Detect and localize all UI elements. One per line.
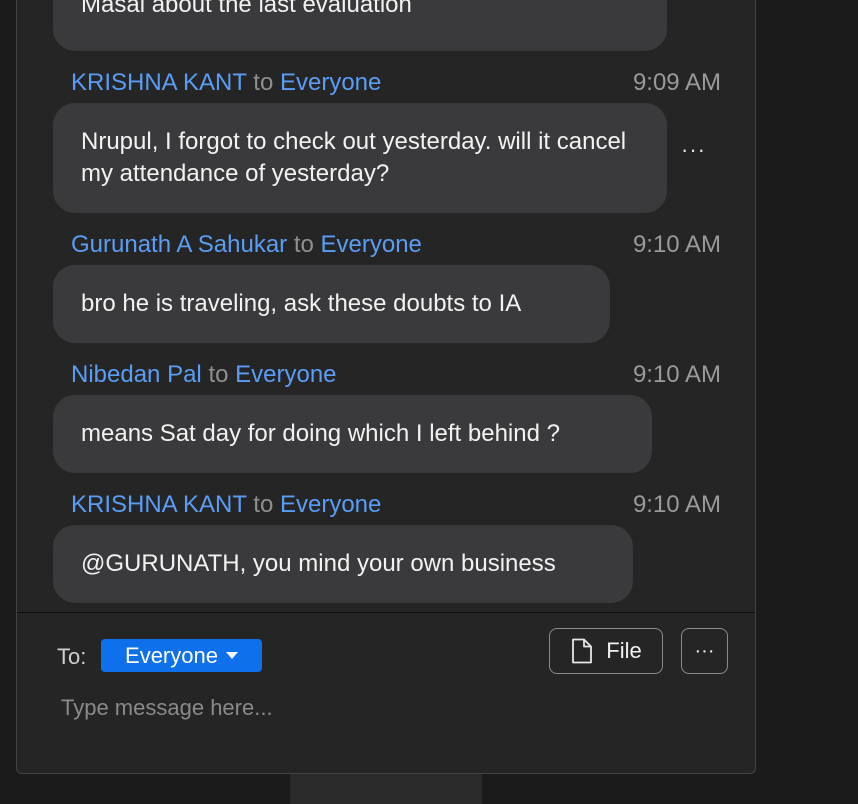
to-label: To: [57, 644, 87, 669]
message-time: 9:10 AM [632, 491, 721, 518]
message-text: Nrupul, I forgot to check out yesterday.… [81, 128, 627, 187]
message-bubble: Nrupul, I forgot to check out yesterday.… [53, 103, 667, 213]
to-word: to [208, 361, 229, 388]
message-time: 9:10 AM [632, 231, 721, 258]
message-header: KRISHNA KANT to Everyone 9:10 AM [71, 490, 721, 520]
message-input[interactable] [61, 691, 701, 725]
message-time: 9:09 AM [632, 69, 721, 96]
file-icon [572, 638, 593, 664]
recipient-dropdown-label: Everyone [125, 643, 218, 668]
message-bubble: bro he is traveling, ask these doubts to… [53, 265, 610, 343]
message-list[interactable]: Masai about the last evaluation KRISHNA … [17, 0, 755, 612]
ellipsis-icon: ··· [694, 639, 715, 662]
recipient-name[interactable]: Everyone [280, 69, 381, 96]
sender-name[interactable]: Gurunath A Sahukar [71, 231, 287, 258]
message-text: Masai about the last evaluation [81, 0, 412, 18]
more-options-button[interactable]: ··· [681, 628, 728, 674]
message-header: Nibedan Pal to Everyone 9:10 AM [71, 360, 721, 390]
recipient-name[interactable]: Everyone [321, 231, 422, 258]
ellipsis-icon[interactable]: ··· [681, 137, 706, 163]
sender-name[interactable]: KRISHNA KANT [71, 69, 247, 96]
recipient-name[interactable]: Everyone [235, 361, 336, 388]
sender-name[interactable]: Nibedan Pal [71, 361, 202, 388]
file-button-label: File [606, 638, 642, 663]
sender-name[interactable]: KRISHNA KANT [71, 491, 247, 518]
message-text: @GURUNATH, you mind your own business [81, 550, 556, 577]
file-button[interactable]: File [549, 628, 663, 674]
to-word: to [253, 69, 274, 96]
message-text: bro he is traveling, ask these doubts to… [81, 290, 522, 317]
to-word: to [293, 231, 314, 258]
message-bubble: means Sat day for doing which I left beh… [53, 395, 652, 473]
to-word: to [253, 491, 274, 518]
caret-down-icon [225, 652, 238, 659]
message-header: Gurunath A Sahukar to Everyone 9:10 AM [71, 230, 721, 260]
recipient-name[interactable]: Everyone [280, 491, 381, 518]
background-video-strip [290, 770, 482, 804]
message-bubble: @GURUNATH, you mind your own business [53, 525, 633, 603]
message-bubble: Masai about the last evaluation [53, 0, 667, 51]
recipient-dropdown[interactable]: Everyone [101, 639, 262, 672]
message-header: KRISHNA KANT to Everyone 9:09 AM [71, 68, 721, 98]
message-composer: To: Everyone File ··· [17, 613, 755, 773]
message-text: means Sat day for doing which I left beh… [81, 420, 560, 447]
chat-panel: Masai about the last evaluation KRISHNA … [16, 0, 756, 774]
message-time: 9:10 AM [632, 361, 721, 388]
